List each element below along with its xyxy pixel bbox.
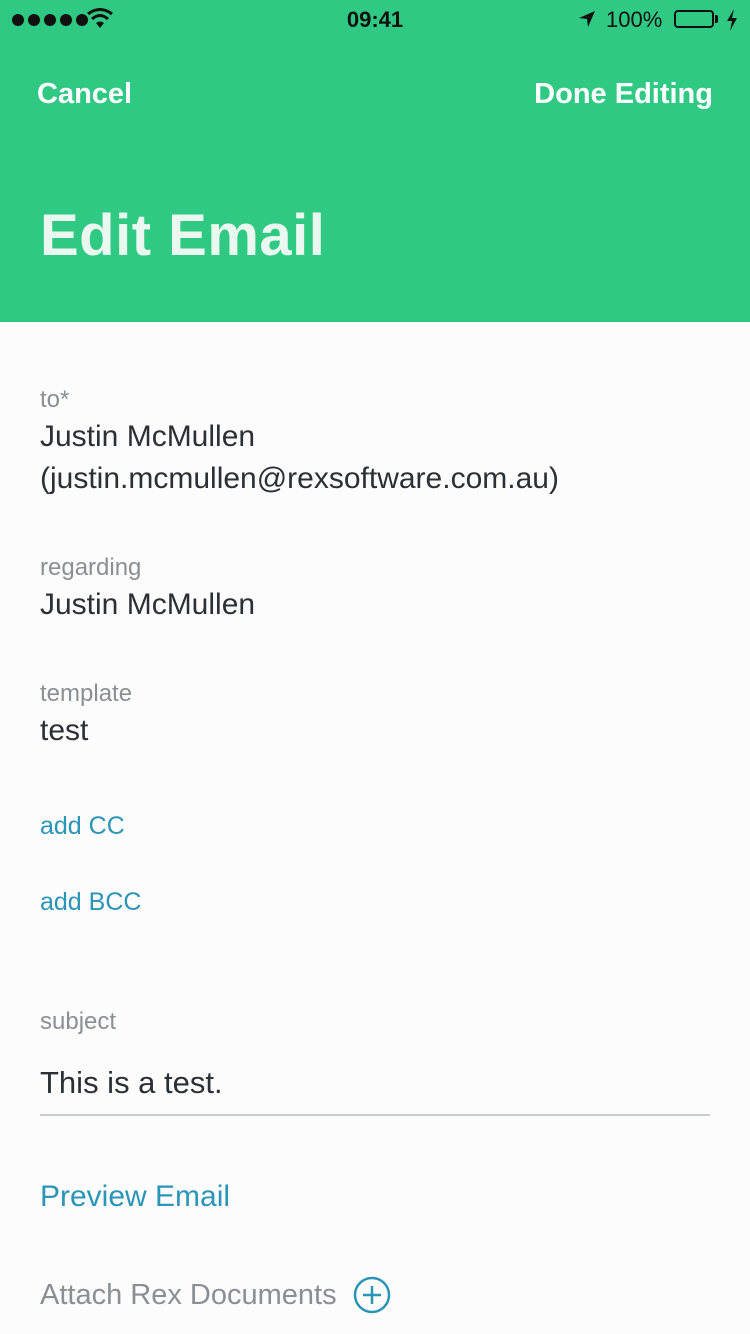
charging-bolt-icon — [727, 9, 737, 31]
attach-documents-row[interactable]: Attach Rex Documents — [40, 1276, 391, 1314]
add-circle-icon[interactable] — [353, 1276, 391, 1314]
cancel-button[interactable]: Cancel — [37, 78, 132, 111]
header-bar: 09:41 100% Cancel Done Editing Edit Emai… — [0, 0, 750, 322]
to-value[interactable]: Justin McMullen (justin.mcmullen@rexsoft… — [40, 416, 559, 500]
battery-icon — [674, 10, 714, 28]
to-label: to* — [40, 386, 70, 413]
preview-email-link[interactable]: Preview Email — [40, 1180, 230, 1214]
regarding-label: regarding — [40, 554, 142, 581]
to-email: (justin.mcmullen@rexsoftware.com.au) — [40, 462, 559, 495]
done-editing-button[interactable]: Done Editing — [534, 78, 713, 111]
battery-tip — [715, 15, 718, 23]
attach-documents-label: Attach Rex Documents — [40, 1278, 337, 1311]
status-bar: 09:41 100% — [0, 0, 750, 40]
add-cc-link[interactable]: add CC — [40, 812, 125, 841]
subject-label: subject — [40, 1008, 117, 1035]
add-bcc-link[interactable]: add BCC — [40, 888, 141, 917]
subject-input[interactable] — [40, 1052, 710, 1116]
template-label: template — [40, 680, 133, 707]
battery-percent: 100% — [606, 7, 663, 32]
page-title: Edit Email — [40, 203, 326, 268]
to-name: Justin McMullen — [40, 420, 256, 453]
template-value[interactable]: test — [40, 710, 88, 752]
regarding-value[interactable]: Justin McMullen — [40, 584, 255, 626]
location-arrow-icon — [579, 11, 595, 27]
